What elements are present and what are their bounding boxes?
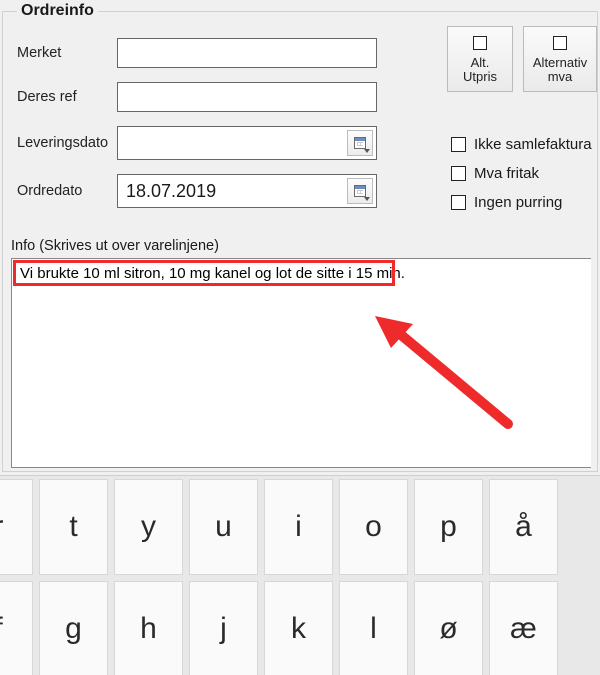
key-r[interactable]: r xyxy=(0,479,33,575)
leveringsdato-dropdown-button[interactable] xyxy=(347,130,373,156)
key-y[interactable]: y xyxy=(114,479,183,575)
alt-utpris-button[interactable]: Alt. Utpris xyxy=(447,26,513,92)
ingen-purring-label: Ingen purring xyxy=(474,194,562,211)
label-merket: Merket xyxy=(17,45,117,61)
label-leveringsdato: Leveringsdato xyxy=(17,135,117,151)
ikke-samlefaktura-label: Ikke samlefaktura xyxy=(474,136,592,153)
ingen-purring-row[interactable]: Ingen purring xyxy=(451,194,592,211)
key-p[interactable]: p xyxy=(414,479,483,575)
ordredato-value: 18.07.2019 xyxy=(118,181,347,202)
ikke-samlefaktura-row[interactable]: Ikke samlefaktura xyxy=(451,136,592,153)
chevron-down-icon xyxy=(364,149,370,153)
deres-ref-input[interactable] xyxy=(117,82,377,112)
ordredato-picker[interactable]: 18.07.2019 xyxy=(117,174,377,208)
info-textarea-wrap xyxy=(11,258,591,468)
ordredato-dropdown-button[interactable] xyxy=(347,178,373,204)
label-info: Info (Skrives ut over varelinjene) xyxy=(11,238,219,254)
key-l[interactable]: l xyxy=(339,581,408,675)
alt-utpris-checkbox[interactable] xyxy=(473,36,487,50)
alt-utpris-label-1: Alt. xyxy=(471,56,490,70)
merket-input[interactable] xyxy=(117,38,377,68)
label-deres-ref: Deres ref xyxy=(17,89,117,105)
alternativ-mva-label-2: mva xyxy=(548,70,573,84)
key-k[interactable]: k xyxy=(264,581,333,675)
leveringsdato-picker[interactable] xyxy=(117,126,377,160)
alternativ-mva-label-1: Alternativ xyxy=(533,56,587,70)
chevron-down-icon xyxy=(364,197,370,201)
key-o[interactable]: o xyxy=(339,479,408,575)
key-aa[interactable]: å xyxy=(489,479,558,575)
mva-fritak-row[interactable]: Mva fritak xyxy=(451,165,592,182)
panel: Ordreinfo Merket Deres ref Leveringsdato… xyxy=(0,0,600,472)
key-h[interactable]: h xyxy=(114,581,183,675)
keyboard-row-1: r t y u i o p å xyxy=(0,476,600,578)
key-f[interactable]: f xyxy=(0,581,33,675)
ordreinfo-legend: Ordreinfo xyxy=(17,2,98,20)
key-i[interactable]: i xyxy=(264,479,333,575)
ikke-samlefaktura-checkbox[interactable] xyxy=(451,137,466,152)
ingen-purring-checkbox[interactable] xyxy=(451,195,466,210)
key-g[interactable]: g xyxy=(39,581,108,675)
side-checks: Ikke samlefaktura Mva fritak Ingen purri… xyxy=(451,136,592,211)
on-screen-keyboard: r t y u i o p å f g h j k l ø æ xyxy=(0,475,600,675)
mva-fritak-checkbox[interactable] xyxy=(451,166,466,181)
alternativ-mva-button[interactable]: Alternativ mva xyxy=(523,26,597,92)
alternativ-mva-checkbox[interactable] xyxy=(553,36,567,50)
calendar-icon xyxy=(354,185,366,197)
mva-fritak-label: Mva fritak xyxy=(474,165,539,182)
key-t[interactable]: t xyxy=(39,479,108,575)
calendar-icon xyxy=(354,137,366,149)
top-buttons: Alt. Utpris Alternativ mva xyxy=(447,26,597,92)
key-u[interactable]: u xyxy=(189,479,258,575)
keyboard-row-2: f g h j k l ø æ xyxy=(0,578,600,675)
alt-utpris-label-2: Utpris xyxy=(463,70,497,84)
info-textarea[interactable] xyxy=(12,259,591,467)
key-ae[interactable]: æ xyxy=(489,581,558,675)
ordreinfo-group: Ordreinfo Merket Deres ref Leveringsdato… xyxy=(2,2,598,472)
key-j[interactable]: j xyxy=(189,581,258,675)
key-oe[interactable]: ø xyxy=(414,581,483,675)
label-ordredato: Ordredato xyxy=(17,183,117,199)
